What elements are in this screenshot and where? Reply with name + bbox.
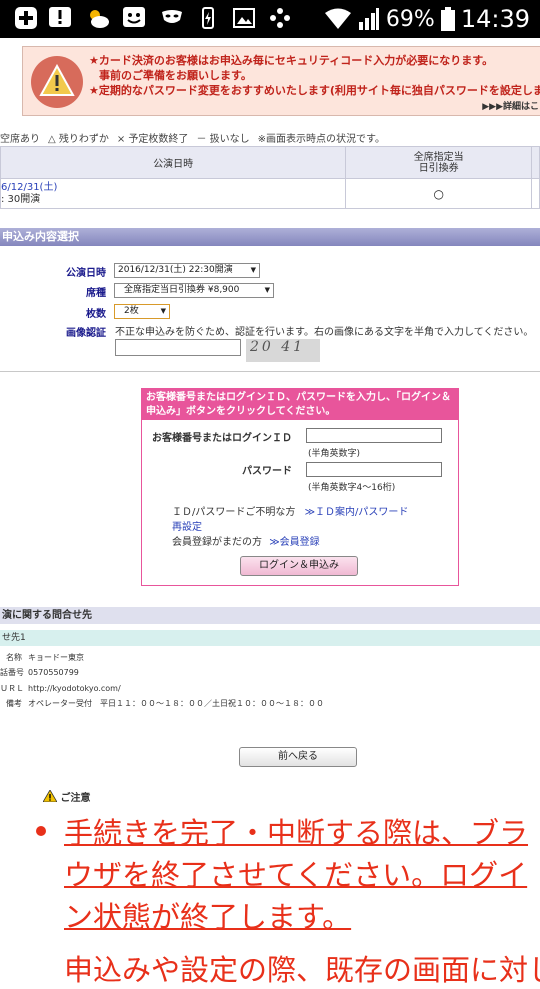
date-label: 公演日時 — [66, 268, 106, 279]
image-icon — [233, 8, 255, 28]
notice-text: 手続きを完了・中断する際は、ブラウザを終了させてください。ログイン状態が終了しま… — [64, 816, 529, 934]
contact-key: 話番号 — [0, 668, 24, 677]
status-bar: 69% 14:39 — [0, 0, 540, 38]
face-square-icon — [123, 7, 145, 27]
header-seat-type: 全席指定当 日引換券 — [345, 146, 532, 179]
wifi-icon — [324, 8, 351, 29]
quantity-select-value: 2枚 — [124, 306, 139, 316]
alert-square-icon — [49, 7, 71, 27]
signal-icon — [358, 8, 379, 30]
warning-icon — [31, 56, 83, 108]
contact-row-name: 名称 キョードー東京 — [0, 652, 84, 663]
contact-value[interactable]: http://kyodotokyo.com/ — [28, 684, 121, 693]
quantity-select[interactable]: 2枚 ▼ — [114, 304, 170, 319]
performance-date: 6/12/31(土) — [1, 181, 58, 193]
mask-icon — [162, 10, 182, 23]
contact-key: 名称 — [6, 653, 22, 662]
register-line: 会員登録がまだの方 ≫会員登録 — [172, 533, 320, 548]
legend-sold-out: × 予定枚数終了 — [116, 134, 189, 145]
caution-icon — [42, 789, 58, 803]
contact-row-url: ＵＲＬ http://kyodotokyo.com/ — [0, 683, 121, 694]
status-right: 69% 14:39 — [324, 3, 530, 35]
section-title-selection: 申込み内容選択 — [0, 228, 540, 246]
contact-key: ＵＲＬ — [0, 684, 24, 693]
performance-date-cell: 6/12/31(土) : 30開演 — [0, 178, 347, 209]
contact-key: 備考 — [6, 699, 22, 708]
divider — [0, 371, 540, 372]
plus-square-icon — [15, 7, 37, 29]
contact-subheader: せ先1 — [0, 630, 540, 646]
contact-value: キョードー東京 — [28, 653, 84, 662]
password-input[interactable] — [306, 462, 442, 477]
warning-line-2: 事前のご準備をお願いします。 — [99, 69, 252, 82]
date-select-value: 2016/12/31(土) 22:30開演 — [118, 265, 233, 275]
security-warning-banner: ★カード決済のお客様はお申込み毎にセキュリティコード入力が必要になります。 事前… — [22, 46, 540, 116]
table-header-row: 公演日時 全席指定当 日引換券 — [0, 146, 540, 179]
warning-line-3: ★定期的なパスワード変更をおすすめいたします(利用サイト毎に独自パスワードを設定… — [89, 84, 540, 97]
login-box: お客様番号またはログインＩＤ、パスワードを入力し、「ログイン＆申込み」ボタンをク… — [141, 388, 459, 586]
seat-select[interactable]: 全席指定当日引換券 ¥8,900 ▼ — [114, 283, 274, 298]
weather-icon — [90, 10, 109, 28]
warning-line-1: ★カード決済のお客様はお申込み毎にセキュリティコード入力が必要になります。 — [89, 54, 494, 67]
dropdown-arrow-icon: ▼ — [264, 286, 270, 294]
forgot-text: ＩＤ/パスワードご不明な方 — [172, 507, 296, 518]
performance-time: : 30開演 — [1, 193, 41, 205]
captcha-note: 不正な申込みを防ぐため、認証を行います。右の画像にある文字を半角で入力してくださ… — [115, 327, 534, 338]
availability-mark[interactable]: ○ — [345, 178, 532, 209]
back-button[interactable]: 前へ戻る — [239, 747, 357, 767]
reset-password-link[interactable]: 再設定 — [172, 518, 202, 533]
legend-available: 空席あり — [0, 134, 40, 145]
header-extra — [531, 146, 540, 179]
register-link[interactable]: ≫会員登録 — [269, 537, 319, 548]
notice-title-text: ご注意 — [60, 793, 91, 804]
password-hint: (半角英数字4～16桁) — [308, 483, 396, 493]
dropdown-arrow-icon: ▼ — [250, 266, 256, 274]
header-date: 公演日時 — [0, 146, 347, 179]
captcha-input[interactable] — [115, 339, 241, 356]
notice-heading: ご注意 — [42, 789, 91, 804]
legend-not-handled: － 扱いなし — [196, 134, 250, 145]
flower-icon — [270, 8, 290, 28]
seat-select-value: 全席指定当日引換券 ¥8,900 — [124, 285, 240, 295]
login-instructions: お客様番号またはログインＩＤ、パスワードを入力し、「ログイン＆申込み」ボタンをク… — [142, 389, 458, 420]
legend-few-left: △ 残りわずか — [48, 134, 109, 145]
login-id-hint: (半角英数字) — [308, 449, 361, 459]
dropdown-arrow-icon: ▼ — [160, 307, 166, 315]
password-label: パスワード — [242, 466, 292, 477]
login-id-label: お客様番号またはログインＩＤ — [152, 433, 292, 444]
notice-next-line: 申込みや設定の際、既存の画面に対し — [64, 953, 540, 987]
seat-status-legend: 空席あり △ 残りわずか × 予定枚数終了 － 扱いなし ※画面表示時点の状況です。 — [0, 130, 393, 145]
clock: 14:39 — [460, 5, 530, 33]
forgot-line: ＩＤ/パスワードご不明な方 ≫ＩＤ案内/パスワード — [172, 503, 408, 518]
battery-saver-icon — [202, 7, 214, 29]
contact-row-note: 備考 オペレーター受付 平日１１：００～１８：００／土日祝１０：００～１８：００ — [0, 698, 324, 709]
contact-section-title: 演に関する問合せ先 — [0, 607, 540, 624]
date-select[interactable]: 2016/12/31(土) 22:30開演 ▼ — [114, 263, 260, 278]
captcha-label: 画像認証 — [66, 328, 106, 339]
contact-value: 0570550799 — [28, 668, 79, 677]
battery-icon — [440, 7, 455, 31]
contact-row-phone: 話番号 0570550799 — [0, 667, 79, 678]
seat-label: 席種 — [86, 288, 106, 299]
captcha-image: 20 41 — [246, 339, 320, 362]
quantity-label: 枚数 — [86, 309, 106, 320]
battery-percent: 69% — [385, 6, 435, 32]
warning-details-link[interactable]: ▶▶▶詳細はこ — [482, 99, 539, 112]
login-id-input[interactable] — [306, 428, 442, 443]
legend-note: ※画面表示時点の状況です。 — [257, 134, 386, 145]
contact-value: オペレーター受付 平日１１：００～１８：００／土日祝１０：００～１８：００ — [28, 699, 324, 708]
forgot-id-link[interactable]: ≫ＩＤ案内/パスワード — [305, 507, 409, 518]
table-cell-extra — [531, 178, 540, 209]
warning-text: ★カード決済のお客様はお申込み毎にセキュリティコード入力が必要になります。 事前… — [89, 53, 540, 98]
login-apply-button[interactable]: ログイン＆申込み — [240, 556, 358, 576]
register-text: 会員登録がまだの方 — [172, 537, 262, 548]
table-row[interactable]: 6/12/31(土) : 30開演 ○ — [0, 178, 540, 209]
performance-table: 公演日時 全席指定当 日引換券 6/12/31(土) : 30開演 ○ — [0, 146, 540, 209]
